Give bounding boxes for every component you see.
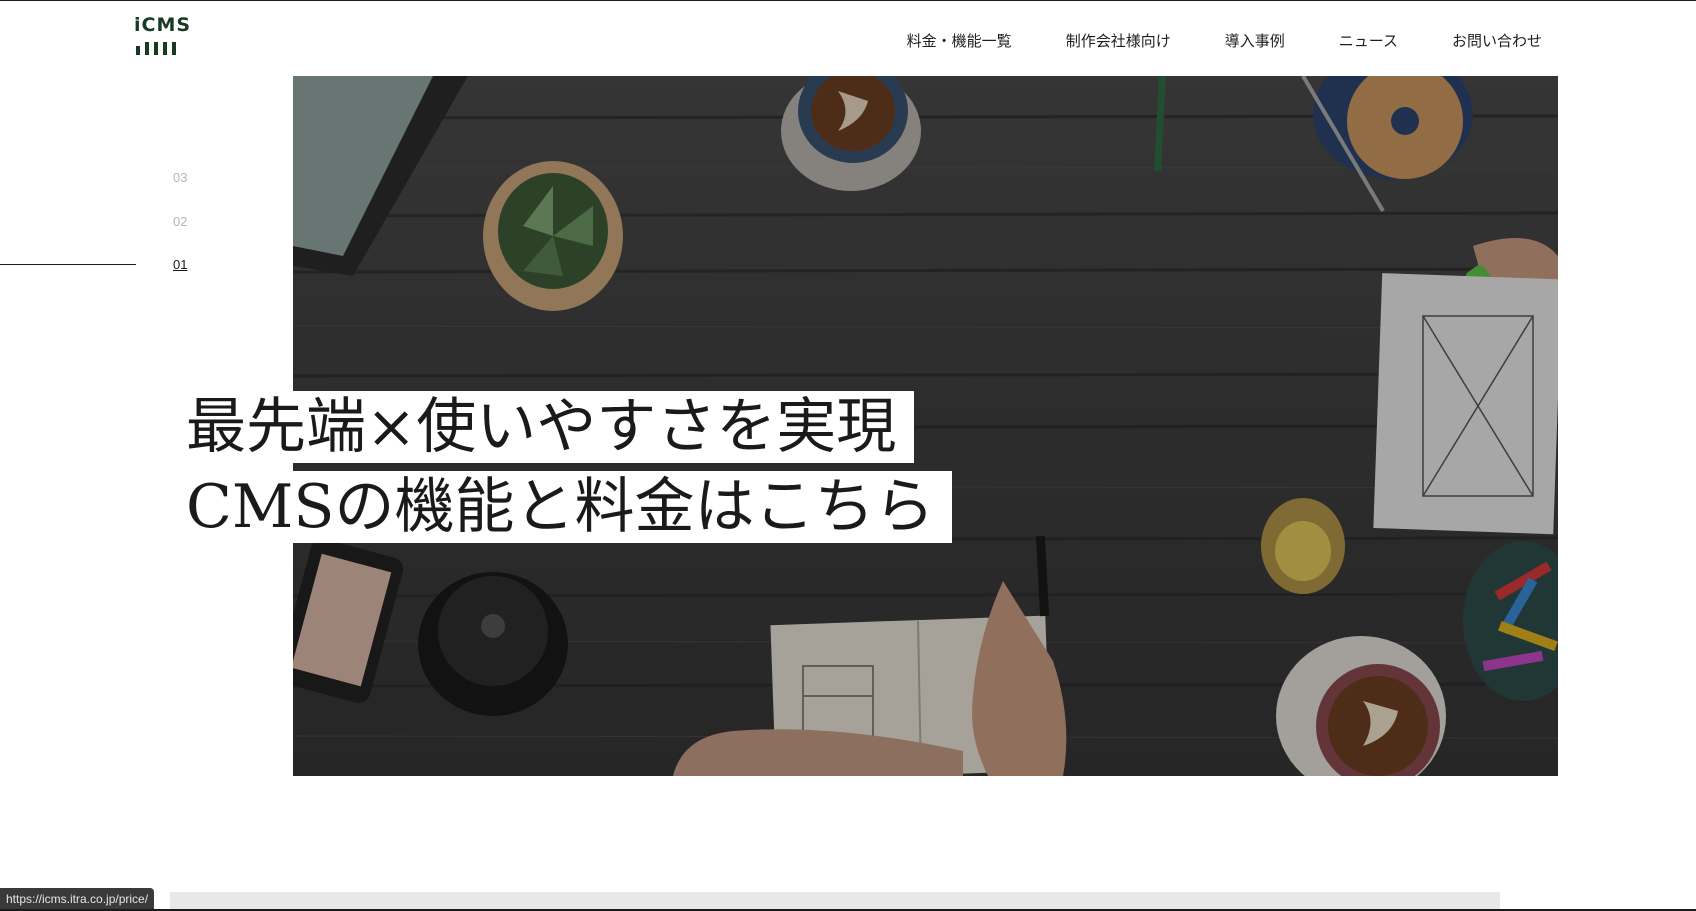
nav-item-news[interactable]: ニュース (1339, 30, 1398, 51)
nav-item-agencies[interactable]: 制作会社様向け (1066, 30, 1171, 51)
nav-item-contact[interactable]: お問い合わせ (1452, 30, 1542, 51)
nav-item-case-studies[interactable]: 導入事例 (1225, 30, 1285, 51)
slide-indicator-02[interactable]: 02 (173, 214, 187, 229)
logo-bars-icon (134, 42, 194, 55)
status-url: https://icms.itra.co.jp/price/ (6, 892, 149, 906)
logo-link[interactable]: iCMS (134, 14, 194, 62)
slide-indicator-03[interactable]: 03 (173, 170, 187, 185)
top-border (0, 0, 1696, 1)
headline-line-2[interactable]: CMSの機能と料金はこちら (186, 471, 953, 543)
link-status-bar: https://icms.itra.co.jp/price/ (0, 888, 155, 910)
main-nav: 料金・機能一覧 制作会社様向け 導入事例 ニュース お問い合わせ (907, 30, 1542, 51)
active-indicator-line (0, 264, 136, 265)
horizontal-scrollbar[interactable] (170, 892, 1500, 909)
logo-text: iCMS (134, 14, 192, 36)
slide-indicator-01-active[interactable]: 01 (173, 257, 187, 272)
headline-line-1: 最先端×使いやすさを実現 (186, 391, 915, 463)
nav-item-pricing[interactable]: 料金・機能一覧 (907, 30, 1012, 51)
hero-headline: 最先端×使いやすさを実現 CMSの機能と料金はこちら (186, 391, 953, 543)
slide-pager: 03 02 01 (0, 168, 200, 278)
